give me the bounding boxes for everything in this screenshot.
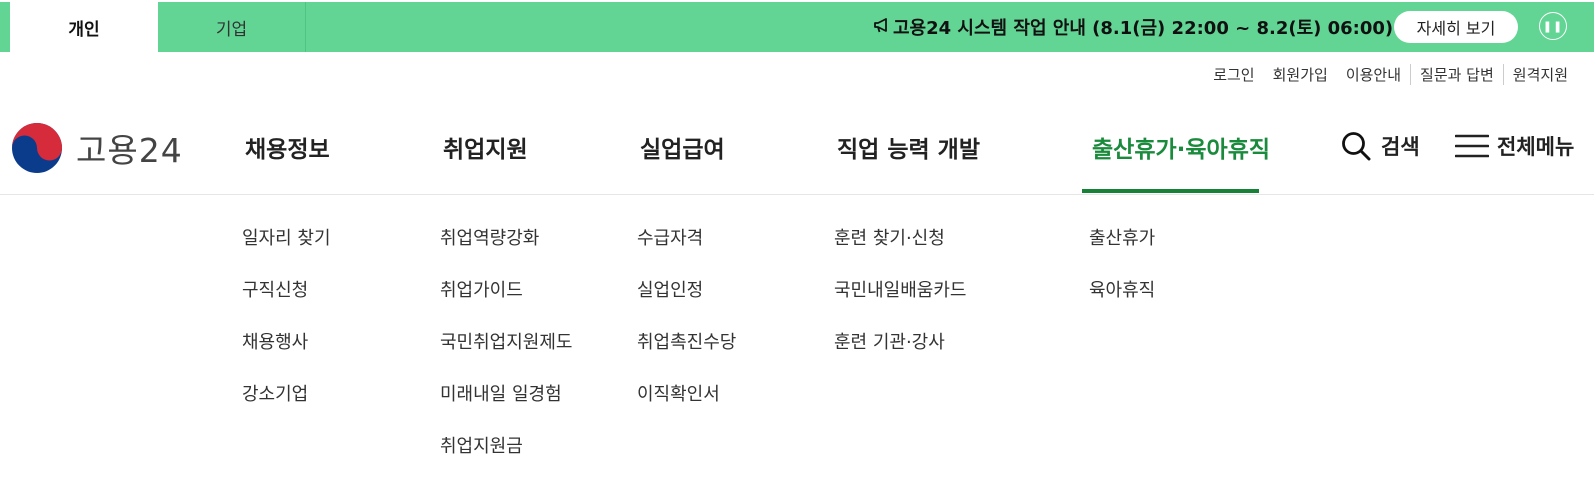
submenu-jobs: 일자리 찾기 구직신청 채용행사 강소기업 [242, 228, 331, 436]
submenu-item[interactable]: 훈련 찾기·신청 [834, 228, 966, 280]
submenu-item[interactable]: 취업역량강화 [440, 228, 572, 280]
search-button[interactable]: 검색 [1341, 131, 1420, 161]
submenu-unemployment-benefits: 수급자격 실업인정 취업촉진수당 이직확인서 [637, 228, 736, 436]
tab-personal[interactable]: 개인 [10, 2, 158, 52]
gnb-item-unemployment-benefits[interactable]: 실업급여 [640, 130, 725, 164]
notice-detail-button[interactable]: 자세히 보기 [1394, 11, 1518, 43]
pause-icon[interactable]: ❚❚ [1539, 12, 1567, 40]
gnb-item-parental-leave[interactable]: 출산휴가·육아휴직 [1092, 130, 1270, 164]
logo-text: 고용24 [76, 131, 183, 170]
submenu-item[interactable]: 국민취업지원제도 [440, 332, 572, 384]
utility-nav: 로그인 회원가입 이용안내 질문과 답변 원격지원 [1204, 64, 1568, 85]
submenu-item[interactable]: 이직확인서 [637, 384, 736, 436]
megaphone-icon [874, 17, 891, 38]
submenu-item[interactable]: 훈련 기관·강사 [834, 332, 966, 384]
site-logo[interactable]: 고용24 [10, 122, 183, 174]
gnb-item-jobs[interactable]: 채용정보 [245, 130, 330, 164]
submenu-item[interactable]: 실업인정 [637, 280, 736, 332]
submenu-parental-leave: 출산휴가 육아휴직 [1089, 228, 1155, 332]
taegeuk-emblem-icon [12, 123, 62, 173]
active-nav-underline [1082, 189, 1259, 193]
submenu-item[interactable]: 강소기업 [242, 384, 331, 436]
submenu-vocational-training: 훈련 찾기·신청 국민내일배움카드 훈련 기관·강사 [834, 228, 966, 384]
remote-support-link[interactable]: 원격지원 [1502, 64, 1568, 85]
submenu-item[interactable]: 취업지원금 [440, 436, 572, 488]
qna-link[interactable]: 질문과 답변 [1410, 64, 1503, 85]
login-link[interactable]: 로그인 [1204, 64, 1263, 85]
submenu-employment-support: 취업역량강화 취업가이드 국민취업지원제도 미래내일 일경험 취업지원금 [440, 228, 572, 488]
gnb-item-vocational-training[interactable]: 직업 능력 개발 [837, 130, 980, 164]
submenu-item[interactable]: 구직신청 [242, 280, 331, 332]
submenu-item[interactable]: 육아휴직 [1089, 280, 1155, 332]
gnb-item-employment-support[interactable]: 취업지원 [443, 130, 528, 164]
all-menu-label: 전체메뉴 [1497, 135, 1575, 159]
header-divider [0, 194, 1594, 195]
notice-text: 고용24 시스템 작업 안내 (8.1(금) 22:00 ~ 8.2(토) 06… [893, 18, 1394, 39]
all-menu-button[interactable]: 전체메뉴 [1455, 131, 1574, 161]
submenu-item[interactable]: 미래내일 일경험 [440, 384, 572, 436]
submenu-item[interactable]: 채용행사 [242, 332, 331, 384]
guide-link[interactable]: 이용안내 [1337, 64, 1410, 85]
search-label: 검색 [1381, 135, 1420, 159]
submenu-item[interactable]: 출산휴가 [1089, 228, 1155, 280]
submenu-item[interactable]: 취업촉진수당 [637, 332, 736, 384]
submenu-item[interactable]: 국민내일배움카드 [834, 280, 966, 332]
submenu-item[interactable]: 취업가이드 [440, 280, 572, 332]
submenu-item[interactable]: 수급자격 [637, 228, 736, 280]
notice-link[interactable]: 고용24 시스템 작업 안내 (8.1(금) 22:00 ~ 8.2(토) 06… [874, 2, 1393, 52]
hamburger-menu-icon [1455, 133, 1489, 159]
search-icon [1341, 131, 1371, 161]
tab-business[interactable]: 기업 [158, 2, 306, 52]
signup-link[interactable]: 회원가입 [1264, 64, 1337, 85]
submenu-item[interactable]: 일자리 찾기 [242, 228, 331, 280]
top-notice-bar: 개인 기업 고용24 시스템 작업 안내 (8.1(금) 22:00 ~ 8.2… [0, 2, 1594, 52]
user-type-tabs: 개인 기업 [0, 2, 306, 52]
